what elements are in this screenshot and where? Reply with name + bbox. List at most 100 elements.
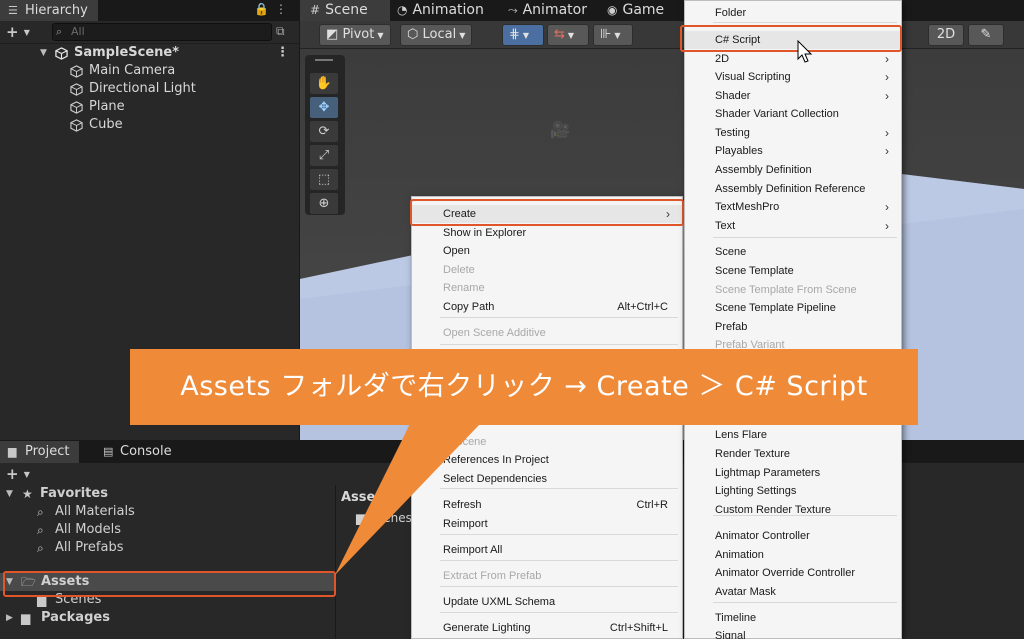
tab-animator[interactable]: ⤳ Animator [508,0,587,21]
create-item-animator-controller[interactable]: Animator Controller [685,527,901,545]
gamepad-icon: ◉ [607,3,618,17]
tab-hierarchy[interactable]: ☰ Hierarchy [0,0,98,21]
kebab-menu-icon[interactable]: ⋮ [276,44,289,62]
list-icon: ☰ [8,4,18,17]
mouse-cursor-icon [797,40,813,63]
create-item-scene-template-pipeline[interactable]: Scene Template Pipeline [685,299,901,317]
camera-gizmo-icon[interactable]: 🎥 [550,120,570,139]
tab-scene[interactable]: # Scene [300,0,390,21]
create-item-animator-override-controller[interactable]: Animator Override Controller [685,564,901,582]
create-item-lighting-settings[interactable]: Lighting Settings [685,482,901,500]
assets-folder-row[interactable]: ▼ 🗁 Assets [0,573,334,591]
expand-arrow-icon[interactable]: ▼ [40,44,47,62]
kebab-menu-icon[interactable]: ⋮ [275,2,293,16]
create-item-avatar-mask[interactable]: Avatar Mask [685,583,901,601]
create-item-shader-variant-collection[interactable]: Shader Variant Collection [685,105,901,123]
gameobject-icon [70,65,83,78]
create-item-scene[interactable]: Scene [685,243,901,261]
tab-animation[interactable]: ◔ Animation [397,0,484,21]
create-item-animation[interactable]: Animation [685,546,901,564]
grid-snap-button[interactable]: ⋕ ▼ [502,24,544,46]
packages-folder-row[interactable]: ▶ ▆ Packages [0,609,334,627]
move-tool-icon[interactable]: ✥ [310,97,338,118]
tab-project[interactable]: ▆ Project [0,441,80,463]
grid-snap-icon: ⋕ [509,27,520,42]
pivot-dropdown[interactable]: ◩ Pivot ▼ [319,24,391,46]
hierarchy-item[interactable]: Directional Light [0,80,299,98]
menu-item-generate-lighting[interactable]: Generate Lighting Ctrl+Shift+L [412,619,682,637]
menu-item-create[interactable]: Create › [412,205,682,223]
menu-item-reimport[interactable]: Reimport [412,515,682,533]
hierarchy-item[interactable]: Plane [0,98,299,116]
gizmo-scale-button[interactable]: ⊪ ▼ [593,24,633,46]
menu-item-update-uxml-schema[interactable]: Update UXML Schema [412,593,682,611]
favorite-item[interactable]: ⌕ All Materials [0,503,334,521]
scale-tool-icon[interactable]: ⤢ [310,145,338,166]
create-item-c-script[interactable]: C# Script [685,31,901,49]
menu-item-reimport-all[interactable]: Reimport All [412,541,682,559]
menu-item-copy-path[interactable]: Copy Path Alt+Ctrl+C [412,298,682,316]
create-item-timeline[interactable]: Timeline [685,609,901,627]
menu-separator [440,586,678,587]
incremental-snap-button[interactable]: ⇆ ▼ [547,24,589,46]
hierarchy-tab-bar: ☰ Hierarchy 🔒⋮ [0,0,299,21]
expand-arrow-icon[interactable]: ▼ [6,485,13,503]
expand-arrow-icon[interactable]: ▼ [6,573,13,591]
create-item-text[interactable]: Text › [685,217,901,235]
project-create-button[interactable]: + ▼ [6,465,30,483]
menu-separator [713,515,897,516]
instruction-callout: Assets フォルダで右クリック → Create ＞ C# Script [130,349,918,425]
lock-icon[interactable]: 🔒 [254,2,275,16]
favorites-row[interactable]: ▼ ★ Favorites [0,485,334,503]
create-item-folder[interactable]: Folder [685,4,901,22]
create-item-prefab[interactable]: Prefab [685,318,901,336]
caret-down-icon: ▼ [377,31,384,40]
asset-item[interactable]: ▆ Scenes [356,511,412,525]
create-item-assembly-definition[interactable]: Assembly Definition [685,161,901,179]
create-item-lens-flare[interactable]: Lens Flare [685,426,901,444]
local-dropdown[interactable]: ⬡ Local ▼ [400,24,473,46]
transform-tool-icon[interactable]: ⊕ [310,193,338,214]
create-item-assembly-definition-reference[interactable]: Assembly Definition Reference [685,180,901,198]
menu-item-show-in-explorer[interactable]: Show in Explorer [412,224,682,242]
2d-toggle-button[interactable]: 2D [928,24,964,46]
collapse-arrow-icon[interactable]: ▶ [6,609,13,627]
rect-tool-icon[interactable]: ⬚ [310,169,338,190]
create-item-testing[interactable]: Testing › [685,124,901,142]
breadcrumb[interactable]: Assets [341,490,389,505]
create-item-textmeshpro[interactable]: TextMeshPro › [685,198,901,216]
scenes-folder-row[interactable]: ▆ Scenes [0,591,334,609]
hierarchy-item[interactable]: Cube [0,116,299,134]
favorite-item[interactable]: ⌕ All Models [0,521,334,539]
scene-row[interactable]: ▼ SampleScene* ⋮ [0,44,299,62]
create-item-2d[interactable]: 2D › [685,50,901,68]
search-icon: ⌕ [56,25,63,38]
folder-icon: ▆ [37,593,47,607]
create-item-playables[interactable]: Playables › [685,142,901,160]
create-item-lightmap-parameters[interactable]: Lightmap Parameters [685,464,901,482]
menu-item-select-dependencies[interactable]: Select Dependencies [412,470,682,488]
hand-tool-icon[interactable]: ✋ [310,73,338,94]
create-submenu: Folder C# Script 2D › Visual Scripting › Shade… [684,0,902,639]
create-item-custom-render-texture[interactable]: Custom Render Texture [685,501,901,519]
tab-console[interactable]: ▤ Console [95,441,182,463]
search-options-icon[interactable]: ⧉ [276,24,285,39]
hierarchy-search-input[interactable]: ⌕ All [52,23,272,41]
create-item-render-texture[interactable]: Render Texture [685,445,901,463]
rotate-tool-icon[interactable]: ⟳ [310,121,338,142]
create-item-scene-template[interactable]: Scene Template [685,262,901,280]
favorite-item[interactable]: ⌕ All Prefabs [0,539,334,557]
create-item-shader[interactable]: Shader › [685,87,901,105]
menu-item-references-in-project[interactable]: References In Project [412,451,682,469]
lighting-toggle-button[interactable]: ✎ [968,24,1004,46]
menu-item-open[interactable]: Open [412,242,682,260]
create-item-visual-scripting[interactable]: Visual Scripting › [685,68,901,86]
tab-game[interactable]: ◉ Game [607,0,664,21]
folder-icon: ▆ [356,511,366,525]
create-item-signal[interactable]: Signal [685,627,901,639]
submenu-arrow-icon: › [666,207,670,221]
create-button[interactable]: + ▼ [6,23,30,41]
menu-item-refresh[interactable]: Refresh Ctrl+R [412,496,682,514]
drag-handle-icon[interactable] [315,59,333,61]
hierarchy-item[interactable]: Main Camera [0,62,299,80]
